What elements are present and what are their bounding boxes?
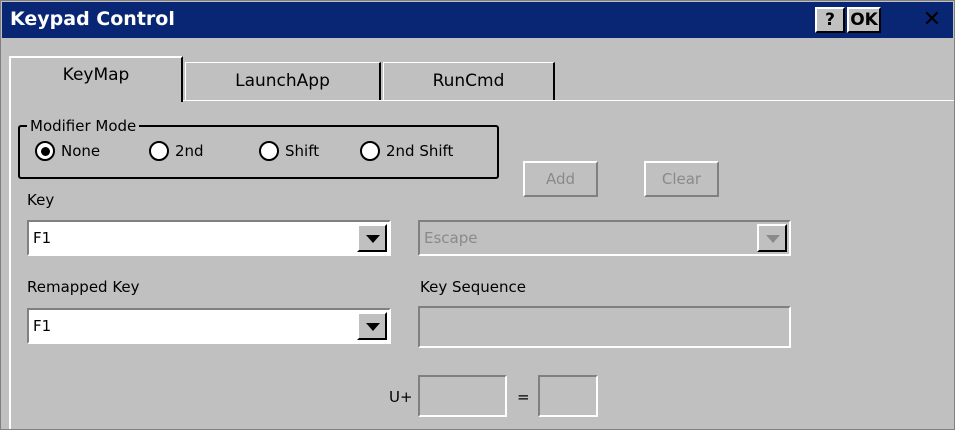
title-bar: Keypad Control ? OK ✕: [2, 2, 953, 38]
unicode-char-field[interactable]: [538, 375, 598, 417]
radio-unchecked-icon: [360, 141, 380, 161]
help-button[interactable]: ?: [815, 7, 845, 33]
key-sequence-field[interactable]: [418, 306, 791, 348]
radio-unchecked-icon: [259, 141, 279, 161]
tab-launchapp[interactable]: LaunchApp: [185, 62, 381, 101]
close-button[interactable]: ✕: [913, 7, 951, 33]
radio-2nd-shift[interactable]: 2nd Shift: [360, 141, 453, 161]
sequence-key-select-value: Escape: [424, 229, 478, 247]
key-sequence-label: Key Sequence: [420, 278, 526, 296]
tab-panel-top-edge: [183, 100, 954, 101]
window-title: Keypad Control: [10, 8, 175, 30]
tab-runcmd[interactable]: RunCmd: [383, 62, 555, 101]
remapped-key-select-value: F1: [33, 317, 52, 335]
equals-label: =: [517, 388, 530, 406]
add-button[interactable]: Add: [523, 161, 598, 197]
chevron-down-icon[interactable]: [357, 312, 387, 340]
clear-button[interactable]: Clear: [644, 161, 719, 197]
ok-button[interactable]: OK: [847, 7, 881, 33]
unicode-prefix-label: U+: [389, 388, 413, 406]
tab-panel-left-edge: [9, 100, 11, 429]
radio-none-label: None: [61, 142, 101, 160]
sequence-key-select[interactable]: Escape: [418, 220, 791, 256]
radio-unchecked-icon: [149, 141, 169, 161]
remapped-key-select[interactable]: F1: [27, 308, 391, 344]
radio-2nd-shift-label: 2nd Shift: [386, 142, 454, 160]
radio-none[interactable]: None: [35, 141, 100, 161]
radio-checked-icon: [35, 141, 55, 161]
key-label: Key: [27, 191, 55, 209]
key-select[interactable]: F1: [27, 220, 391, 256]
radio-2nd[interactable]: 2nd: [149, 141, 204, 161]
tab-keymap[interactable]: KeyMap: [9, 56, 183, 102]
radio-2nd-label: 2nd: [175, 142, 204, 160]
radio-shift-label: Shift: [285, 142, 320, 160]
key-select-value: F1: [33, 229, 52, 247]
chevron-down-icon[interactable]: [357, 224, 387, 252]
keypad-control-window: Keypad Control ? OK ✕ KeyMap LaunchApp R…: [0, 0, 955, 430]
chevron-down-icon[interactable]: [757, 224, 787, 252]
unicode-code-field[interactable]: [418, 375, 507, 417]
radio-shift[interactable]: Shift: [259, 141, 319, 161]
remapped-key-label: Remapped Key: [27, 278, 140, 296]
modifier-mode-label: Modifier Mode: [27, 117, 140, 135]
